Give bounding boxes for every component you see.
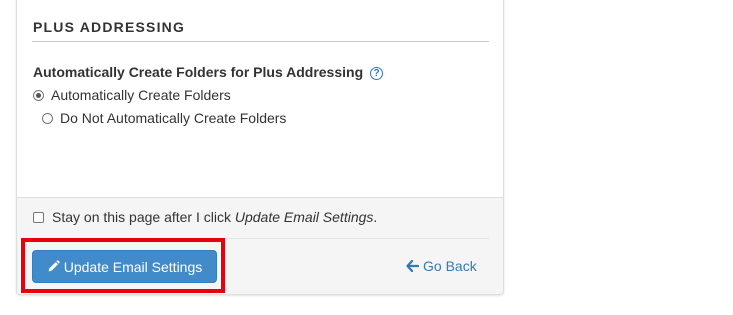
radio-label: Do Not Automatically Create Folders <box>60 110 287 126</box>
question-circle-icon[interactable]: ? <box>370 67 384 80</box>
go-back-label: Go Back <box>423 258 477 274</box>
stay-on-page-option[interactable]: Stay on this page after I click Update E… <box>33 209 377 225</box>
radio-auto-create-folders[interactable]: Automatically Create Folders <box>33 87 231 103</box>
pencil-icon <box>47 260 60 273</box>
radio-button-checked[interactable] <box>33 89 44 101</box>
stay-on-page-label: Stay on this page after I click Update E… <box>52 209 377 225</box>
stay-label-suffix: . <box>373 209 378 225</box>
go-back-link[interactable]: Go Back <box>406 258 477 274</box>
update-email-settings-button[interactable]: Update Email Settings <box>32 250 217 283</box>
option-heading-label: Automatically Create Folders for Plus Ad… <box>33 64 364 80</box>
section-title: PLUS ADDRESSING <box>33 19 186 35</box>
radio-button-unchecked[interactable] <box>42 112 53 124</box>
section-divider <box>32 41 489 42</box>
update-button-label: Update Email Settings <box>63 258 203 275</box>
stay-label-prefix: Stay on this page after I click <box>52 209 235 225</box>
stay-on-page-checkbox[interactable] <box>33 211 44 223</box>
stay-label-emphasis: Update Email Settings <box>234 209 374 225</box>
arrow-left-icon <box>406 260 419 272</box>
radio-label: Automatically Create Folders <box>51 87 231 103</box>
radio-do-not-auto-create-folders[interactable]: Do Not Automatically Create Folders <box>42 110 286 126</box>
option-heading: Automatically Create Folders for Plus Ad… <box>33 64 384 80</box>
